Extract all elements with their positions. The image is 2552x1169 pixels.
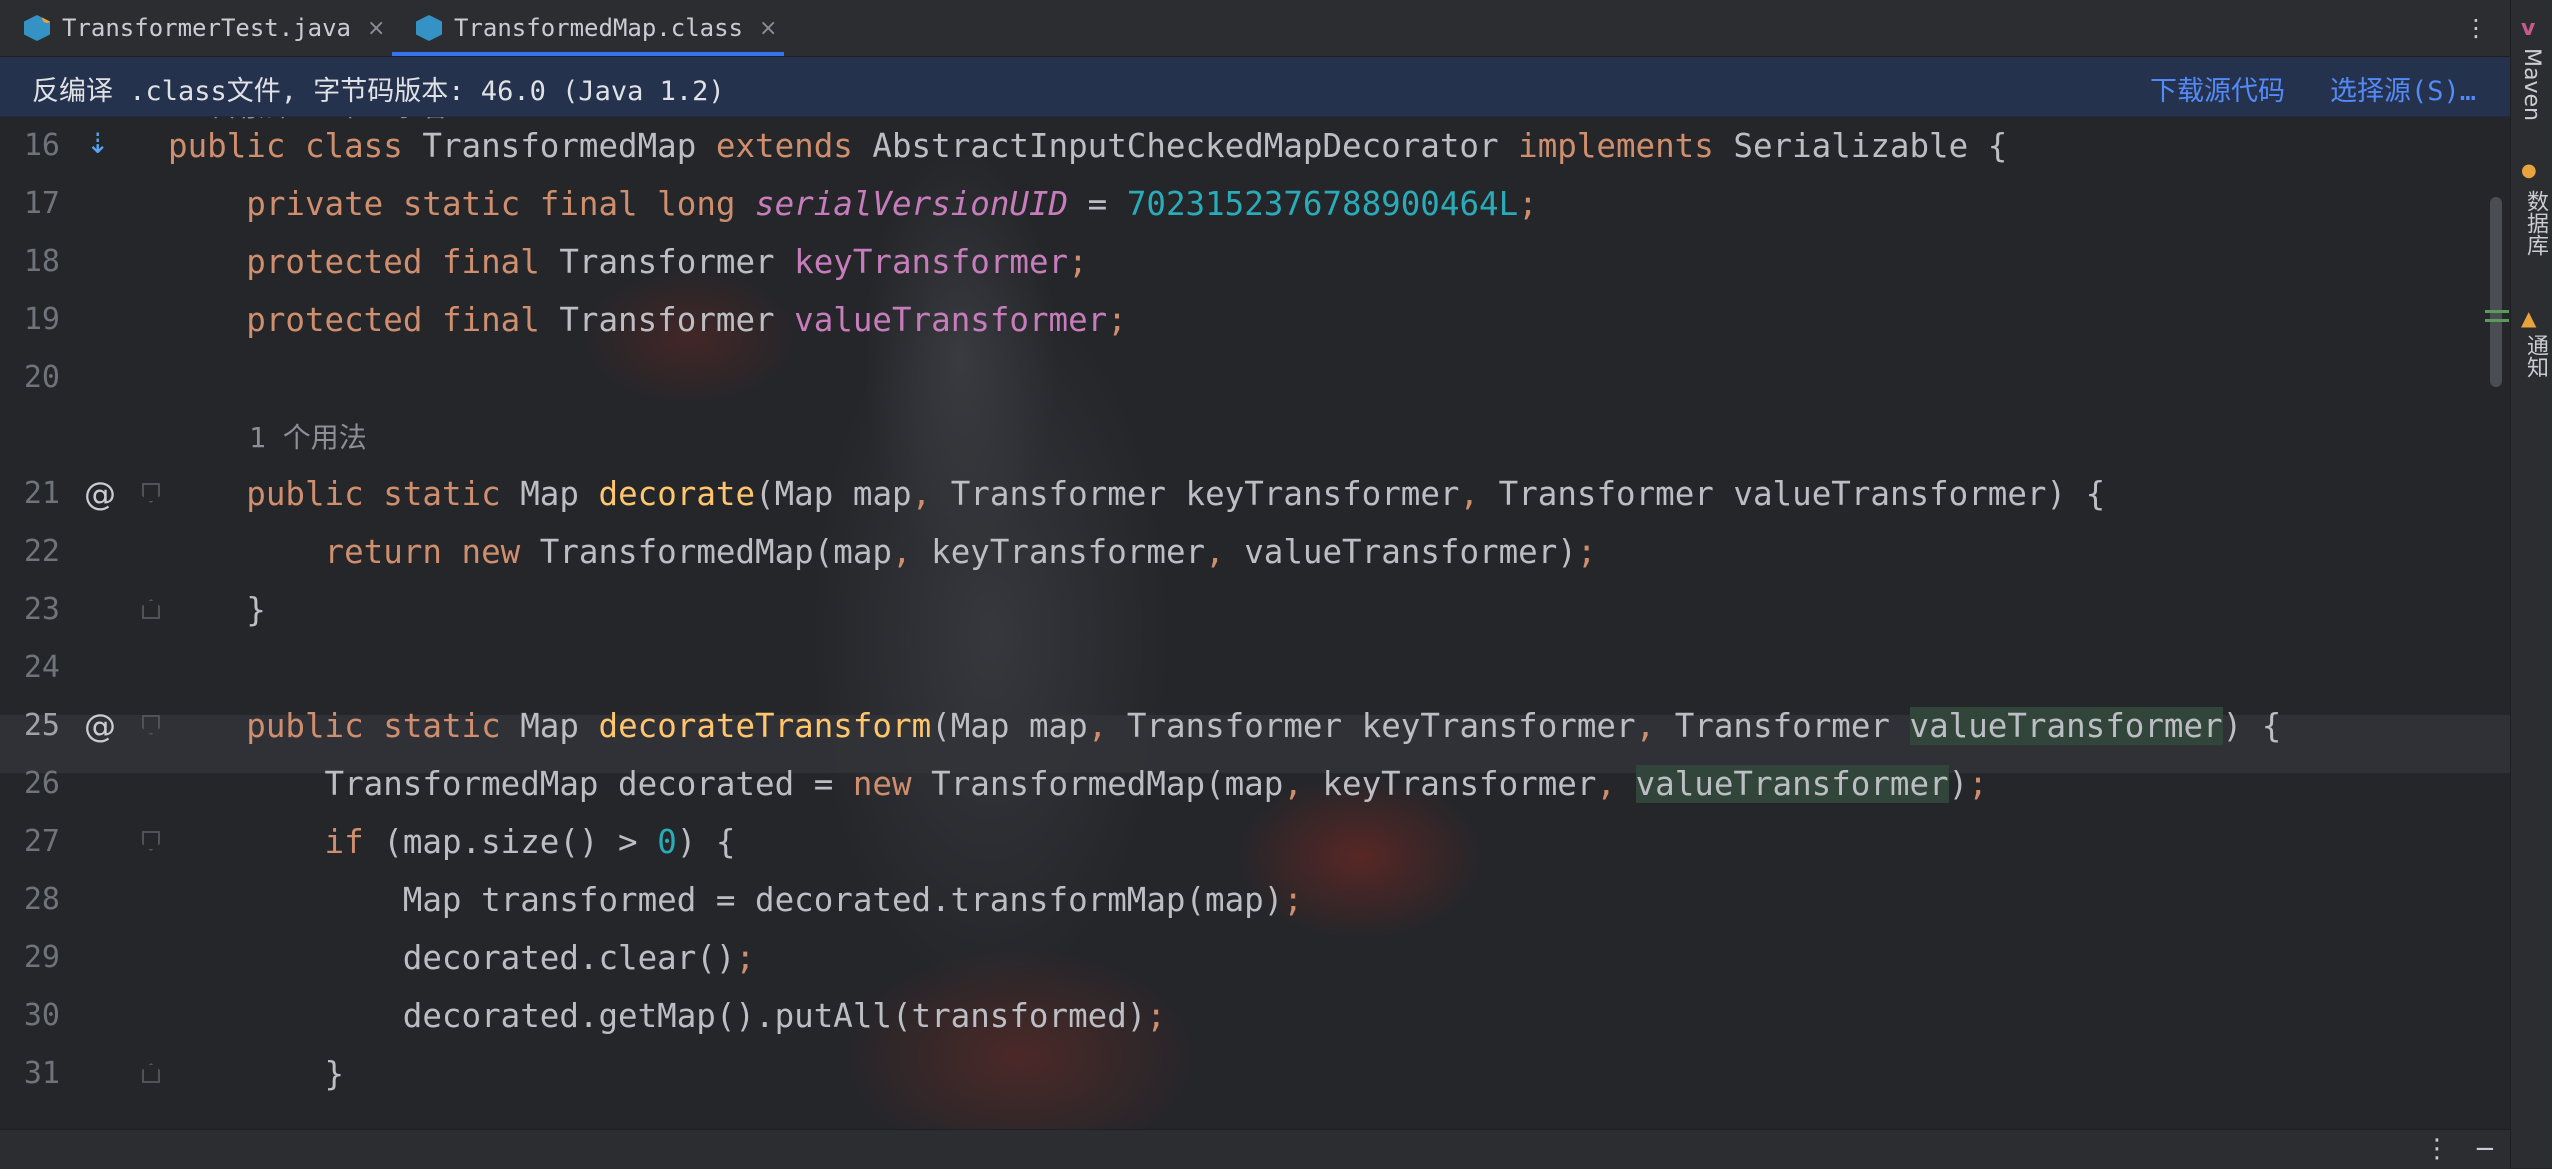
code-text: } [168, 1055, 345, 1093]
code-text: decorated.clear(); [168, 939, 756, 977]
more-vertical-icon[interactable]: ⋮ [2464, 14, 2488, 42]
code-line: 22 return new TransformedMap(map, keyTra… [0, 523, 2510, 581]
code-text: Map transformed = decorated.transformMap… [168, 881, 1303, 919]
code-line: 21 @ public static Map decorate(Map map,… [0, 465, 2510, 523]
close-icon[interactable]: × [759, 16, 777, 41]
editor-tab-bar: TransformerTest.java × TransformedMap.cl… [0, 0, 2510, 57]
close-icon[interactable]: × [367, 16, 385, 41]
code-line: 23 } [0, 581, 2510, 639]
usages-hint[interactable]: 1 个用法 [249, 407, 367, 467]
tab-transformer-test[interactable]: TransformerTest.java × [0, 0, 392, 56]
line-number: 31 [23, 1056, 60, 1091]
vertical-scrollbar[interactable] [2490, 197, 2502, 387]
code-text: protected final Transformer keyTransform… [246, 243, 1088, 281]
tab-transformed-map[interactable]: TransformedMap.class × [392, 0, 784, 56]
line-number: 25 [23, 708, 60, 743]
code-text: return new TransformedMap(map, keyTransf… [324, 533, 1597, 571]
line-number: 20 [23, 360, 60, 395]
implementations-icon[interactable]: ⇣ [86, 117, 109, 173]
code-text: } [168, 591, 266, 629]
code-text: public static Map decorate(Map map, Tran… [246, 475, 2106, 513]
line-number: 26 [23, 766, 60, 801]
fold-open-icon[interactable] [142, 715, 160, 735]
bottom-toolbar: ⋮ − [0, 1129, 2510, 1169]
code-text: protected final Transformer valueTransfo… [246, 301, 1127, 339]
inlay-hint-row: 1 个用法 [0, 407, 2510, 465]
code-line: 29 decorated.clear(); [0, 929, 2510, 987]
database-icon: ● [2521, 160, 2537, 181]
minimize-icon[interactable]: − [2474, 1134, 2496, 1164]
line-number: 18 [23, 244, 60, 279]
code-line-current: 25 @ public static Map decorateTransform… [0, 697, 2510, 755]
choose-sources-link[interactable]: 选择源(S)… [2330, 69, 2476, 108]
code-line: 19 protected final Transformer valueTran… [0, 291, 2510, 349]
code-line: 27 if (map.size() > 0) { [0, 813, 2510, 871]
line-number: 28 [23, 882, 60, 917]
right-tool-strip: v Maven ● 数据库 ▲ 通知 [2510, 0, 2552, 1168]
bell-icon: ▲ [2521, 306, 2537, 330]
code-text: decorated.getMap().putAll(transformed); [168, 997, 1166, 1035]
code-line: 20 [0, 349, 2510, 407]
code-text: TransformedMap decorated = new Transform… [168, 765, 1988, 803]
decompiled-banner: 反编译 .class文件, 字节码版本: 46.0 (Java 1.2) 下载源… [0, 57, 2510, 117]
code-line: 31 } [0, 1045, 2510, 1103]
change-marker [2485, 319, 2509, 322]
fold-close-icon[interactable] [142, 1063, 160, 1083]
code-text: public static Map decorateTransform(Map … [246, 707, 2282, 745]
maven-icon: v [2521, 16, 2536, 41]
annotation-icon[interactable]: @ [84, 465, 116, 523]
line-number: 29 [23, 940, 60, 975]
code-line: 18 protected final Transformer keyTransf… [0, 233, 2510, 291]
fold-open-icon[interactable] [142, 483, 160, 503]
line-number: 24 [23, 650, 60, 685]
java-file-icon [24, 15, 50, 41]
line-number: 17 [23, 186, 60, 221]
tab-label: TransformerTest.java [62, 14, 351, 42]
line-number: 27 [23, 824, 60, 859]
code-line: 16 ⇣ public class TransformedMap extends… [0, 117, 2510, 175]
code-line: 28 Map transformed = decorated.transform… [0, 871, 2510, 929]
line-number: 21 [23, 476, 60, 511]
more-vertical-icon[interactable]: ⋮ [2424, 1134, 2450, 1164]
code-line: 30 decorated.getMap().putAll(transformed… [0, 987, 2510, 1045]
code-line: 17 private static final long serialVersi… [0, 175, 2510, 233]
code-text: if (map.size() > 0) { [324, 823, 736, 861]
annotation-icon[interactable]: @ [84, 697, 116, 755]
line-number: 19 [23, 302, 60, 337]
notifications-tool-button[interactable]: 通知 [2519, 334, 2551, 378]
change-marker [2485, 310, 2509, 313]
line-number: 16 [23, 128, 60, 163]
database-tool-button[interactable]: 数据库 [2519, 190, 2551, 256]
class-file-icon [416, 15, 442, 41]
fold-close-icon[interactable] [142, 599, 160, 619]
banner-text: 反编译 .class文件, 字节码版本: 46.0 (Java 1.2) [32, 76, 725, 107]
tab-label: TransformedMap.class [454, 14, 743, 42]
line-number: 23 [23, 592, 60, 627]
download-sources-link[interactable]: 下载源代码 [2150, 69, 2285, 108]
line-number: 22 [23, 534, 60, 569]
fold-open-icon[interactable] [142, 831, 160, 851]
code-editor[interactable]: 2 个用法 2 个继承者 16 ⇣ public class Transform… [0, 117, 2510, 1129]
maven-tool-button[interactable]: Maven [2519, 48, 2544, 121]
line-number: 30 [23, 998, 60, 1033]
code-text: private static final long serialVersionU… [246, 185, 1538, 223]
code-line: 26 TransformedMap decorated = new Transf… [0, 755, 2510, 813]
code-line: 24 [0, 639, 2510, 697]
code-text: public class TransformedMap extends Abst… [168, 127, 2008, 165]
